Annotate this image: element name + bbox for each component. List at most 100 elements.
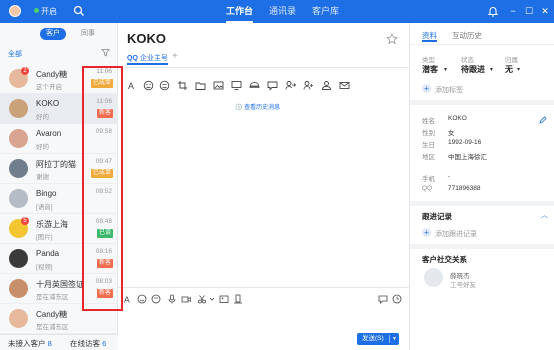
add-tag-link[interactable]: 添加标签 <box>435 85 463 95</box>
contact-last-message: 谢谢 <box>36 174 49 181</box>
scissors-icon[interactable] <box>197 294 207 304</box>
video-icon[interactable] <box>181 294 191 304</box>
tab-online-label: 在线访客 <box>70 339 100 348</box>
segment-colleagues[interactable]: 同事 <box>74 28 102 40</box>
view-history-label: 查看历史消息 <box>244 105 281 111</box>
online-status-dot <box>34 8 39 13</box>
font-icon[interactable]: A <box>127 80 138 91</box>
magic-emoji-icon[interactable] <box>159 80 170 91</box>
contact-avatar <box>9 129 28 148</box>
view-history-link[interactable]: 🕓 查看历史消息 <box>235 102 280 111</box>
contact-last-message: [语音] <box>36 204 53 211</box>
search-icon[interactable] <box>73 5 85 17</box>
owner-label: 归属 <box>505 57 518 64</box>
contact-last-message: 好的 <box>36 114 49 121</box>
filter-icon[interactable] <box>101 48 110 57</box>
contact-last-message: 是在浦东区 <box>36 324 69 331</box>
bell-icon[interactable] <box>487 5 499 17</box>
folder-icon[interactable] <box>195 80 206 91</box>
screenshot-icon[interactable] <box>151 294 161 304</box>
top-nav: 工作台 通讯录 客户库 <box>226 0 339 23</box>
type-caret-icon[interactable]: ▾ <box>444 66 447 73</box>
contact-avatar <box>9 99 28 118</box>
section-divider <box>410 244 554 249</box>
info-value: 771896388 <box>448 185 481 192</box>
microphone-icon[interactable] <box>167 294 177 304</box>
info-label: 地区 <box>422 154 435 161</box>
edit-icon[interactable] <box>539 116 547 124</box>
email-icon[interactable] <box>339 80 350 91</box>
tab-online-count: 6 <box>102 339 107 348</box>
nav-customer-library[interactable]: 客户库 <box>312 0 339 23</box>
transfer-icon[interactable] <box>285 80 296 91</box>
maximize-button[interactable]: ☐ <box>523 4 535 18</box>
send-options-caret-icon[interactable]: ▼ <box>392 333 397 345</box>
contact-name: Candy糖 <box>36 310 68 319</box>
invite-colleague-icon[interactable] <box>303 80 314 91</box>
input-divider <box>118 287 409 288</box>
info-value: - <box>448 173 451 180</box>
info-value: KOKO <box>448 115 467 122</box>
gift-icon[interactable] <box>249 80 260 91</box>
emoji-icon[interactable] <box>143 80 154 91</box>
add-followup-link[interactable]: 添加跟进记录 <box>435 229 477 239</box>
social-avatar[interactable] <box>424 268 443 287</box>
status-caret-icon[interactable]: ▾ <box>490 66 493 73</box>
send-button-label: 发送(S) <box>362 335 384 342</box>
add-followup-icon[interactable]: + <box>422 228 431 237</box>
unread-badge: 2 <box>21 67 29 75</box>
unread-badge: 5 <box>21 217 29 225</box>
info-value: 1992-09-16 <box>448 139 482 146</box>
customer-info-panel: 资料 互动历史 类型 潜客 ▾ 状态 待跟进 ▾ 归属 无 ▾ + 添加标签 姓… <box>409 23 554 350</box>
send-button-separator <box>389 335 390 343</box>
font-icon[interactable]: A <box>123 294 133 305</box>
followup-title: 跟进记录 <box>422 212 452 221</box>
tab-online-visitors[interactable]: 在线访客 6 <box>70 338 106 349</box>
close-button[interactable]: ✕ <box>539 4 551 18</box>
contact-name: 十月英国签证 <box>36 280 84 289</box>
contact-name: Panda <box>36 249 60 258</box>
info-label: QQ <box>422 185 433 192</box>
user-avatar[interactable] <box>9 5 21 17</box>
input-toolbar: A <box>123 294 403 305</box>
followup-collapse-icon[interactable]: ︿ <box>541 210 548 220</box>
status-text[interactable]: 开启 <box>41 6 57 17</box>
nav-workbench[interactable]: 工作台 <box>226 0 254 23</box>
type-value[interactable]: 潜客 <box>422 64 438 75</box>
screenshot-options-caret-icon[interactable] <box>207 294 217 304</box>
social-title: 客户社交关系 <box>422 255 467 264</box>
image-icon[interactable] <box>219 294 229 304</box>
emoji-icon[interactable] <box>137 294 147 304</box>
image-icon[interactable] <box>213 80 224 91</box>
nav-contacts[interactable]: 通讯录 <box>269 0 296 23</box>
message-manager-icon[interactable] <box>378 294 388 304</box>
add-tab-button[interactable]: + <box>172 51 178 62</box>
history-options-icon[interactable] <box>392 294 402 304</box>
contact-last-message: 这个开启 <box>36 84 62 91</box>
segment-customers[interactable]: 客户 <box>40 28 66 40</box>
segment-control: 客户 同事 <box>40 28 110 40</box>
tab-interaction-history[interactable]: 互动历史 <box>452 30 482 41</box>
contact-name: Candy糖 <box>36 70 68 79</box>
screenshot-icon[interactable] <box>177 80 188 91</box>
owner-caret-icon[interactable]: ▾ <box>517 66 520 73</box>
star-icon[interactable] <box>386 33 398 45</box>
tab-unassigned-customers[interactable]: 未接入客户 8 <box>8 338 52 349</box>
minimize-button[interactable]: − <box>507 4 519 18</box>
contact-last-message: [图片] <box>36 234 53 241</box>
svg-text:A: A <box>128 81 134 91</box>
screen-share-icon[interactable] <box>231 80 242 91</box>
customer-card-icon[interactable] <box>321 80 332 91</box>
send-button[interactable]: 发送(S) ▼ <box>357 333 399 345</box>
info-label: 手机 <box>422 176 435 183</box>
status-value[interactable]: 待跟进 <box>461 64 485 75</box>
filter-all[interactable]: 全部 <box>8 49 22 59</box>
quick-reply-icon[interactable] <box>267 80 278 91</box>
shake-icon[interactable] <box>233 294 243 304</box>
owner-value[interactable]: 无 <box>505 64 513 75</box>
tab-profile[interactable]: 资料 <box>422 30 437 42</box>
add-tag-icon[interactable]: + <box>422 84 431 93</box>
tab-divider <box>410 44 554 45</box>
tab-enterprise-qq[interactable]: QQ 企业主号 <box>127 53 168 65</box>
highlight-frame <box>82 66 123 311</box>
